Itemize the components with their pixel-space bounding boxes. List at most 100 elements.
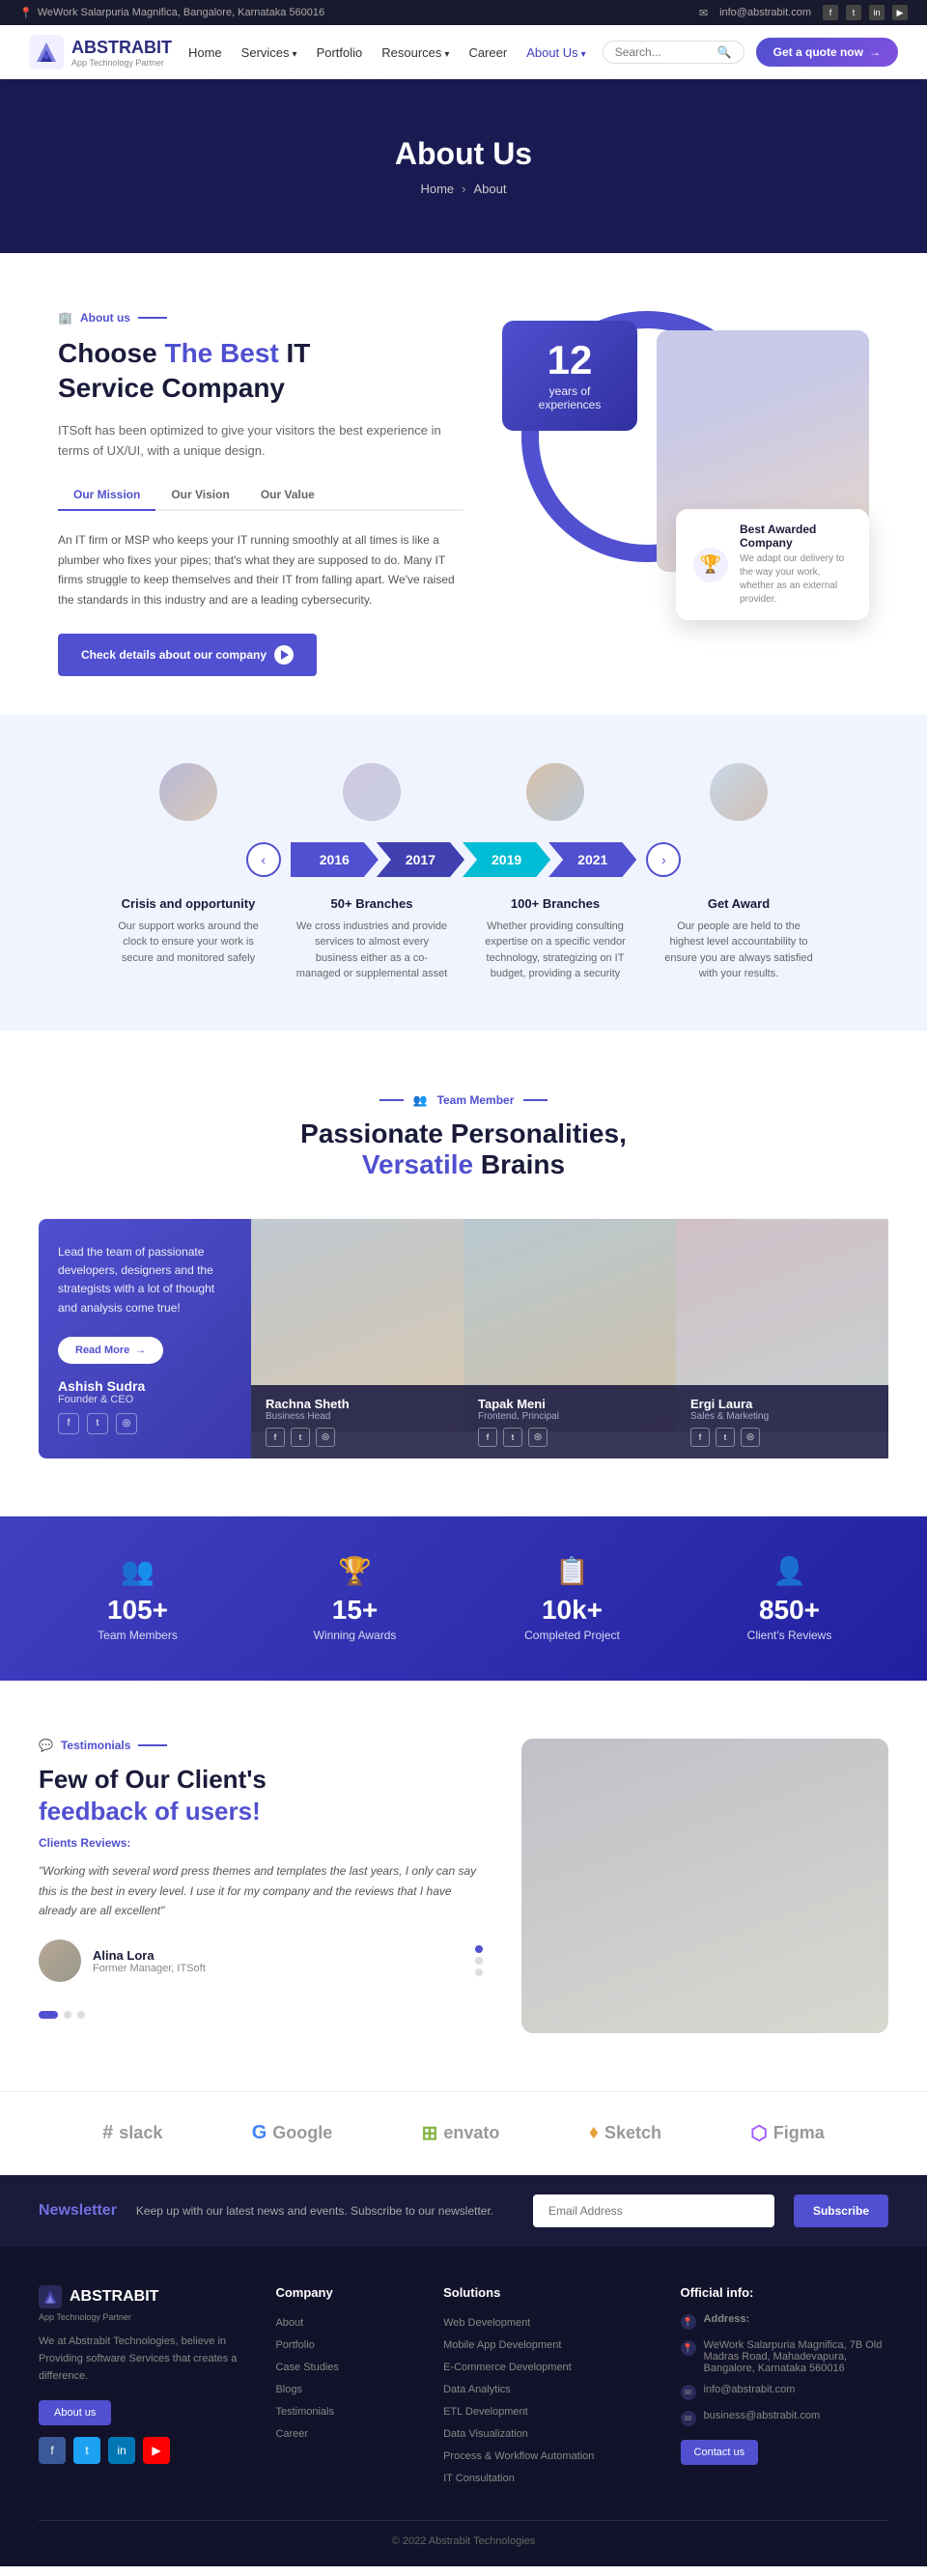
dot-1[interactable] xyxy=(39,2011,58,2019)
list-item: Blogs xyxy=(275,2380,414,2395)
google-icon: G xyxy=(252,2122,267,2144)
timeline-item-2021: Get Award Our people are held to the hig… xyxy=(647,896,830,982)
footer-company-links: About Portfolio Case Studies Blogs Testi… xyxy=(275,2313,414,2440)
facebook-icon[interactable]: f xyxy=(690,1428,710,1447)
instagram-icon[interactable]: ◎ xyxy=(316,1428,335,1447)
facebook-icon[interactable]: f xyxy=(478,1428,497,1447)
footer-link-blogs[interactable]: Blogs xyxy=(275,2384,302,2395)
footer-link-case-studies[interactable]: Case Studies xyxy=(275,2362,338,2373)
twitter-icon[interactable]: t xyxy=(716,1428,735,1447)
youtube-icon[interactable]: ▶ xyxy=(892,5,908,20)
instagram-icon[interactable]: ◎ xyxy=(116,1413,137,1434)
search-input[interactable] xyxy=(615,45,712,59)
timeline-year-2021[interactable]: 2021 xyxy=(548,842,636,877)
footer-link-data-viz[interactable]: Data Visualization xyxy=(443,2428,528,2440)
footer-about-button[interactable]: About us xyxy=(39,2400,111,2425)
timeline-prev-button[interactable]: ‹ xyxy=(246,842,281,877)
footer-company-col: Company About Portfolio Case Studies Blo… xyxy=(275,2285,414,2491)
team-social: f t ◎ xyxy=(478,1428,661,1447)
author-info: Alina Lora Former Manager, ITSoft xyxy=(93,1948,206,1974)
logo-sub: App Technology Partner xyxy=(71,58,172,68)
footer-solutions-title: Solutions xyxy=(443,2285,651,2300)
footer-facebook-icon[interactable]: f xyxy=(39,2437,66,2464)
logo[interactable]: ABSTRABIT App Technology Partner xyxy=(29,35,172,70)
nav-about[interactable]: About Us xyxy=(526,45,586,60)
tab-vision[interactable]: Our Vision xyxy=(155,480,244,511)
location-icon: 📍 xyxy=(19,7,33,19)
nav-services[interactable]: Services xyxy=(241,45,297,60)
tab-mission[interactable]: Our Mission xyxy=(58,480,155,511)
list-item: Career xyxy=(275,2424,414,2440)
topbar-right: ✉ info@abstrabit.com f t in ▶ xyxy=(699,5,908,20)
quote-button[interactable]: Get a quote now xyxy=(756,38,898,67)
list-item: ETL Development xyxy=(443,2402,651,2418)
facebook-icon[interactable]: f xyxy=(58,1413,79,1434)
reviews-icon: 👤 xyxy=(690,1555,888,1587)
email1-icon: ✉ xyxy=(681,2385,696,2400)
subscribe-button[interactable]: Subscribe xyxy=(794,2194,888,2227)
check-details-button[interactable]: Check details about our company xyxy=(58,634,317,676)
navbar: ABSTRABIT App Technology Partner Home Se… xyxy=(0,25,927,79)
linkedin-icon[interactable]: in xyxy=(869,5,885,20)
footer-link-etl[interactable]: ETL Development xyxy=(443,2406,528,2418)
twitter-icon[interactable]: t xyxy=(291,1428,310,1447)
footer-link-portfolio[interactable]: Portfolio xyxy=(275,2339,314,2351)
twitter-icon[interactable]: t xyxy=(503,1428,522,1447)
footer-grid: ABSTRABIT App Technology Partner We at A… xyxy=(39,2285,888,2491)
footer-brand: ABSTRABIT App Technology Partner We at A… xyxy=(39,2285,246,2491)
footer-link-about[interactable]: About xyxy=(275,2317,303,2329)
timeline-person-3 xyxy=(464,763,647,833)
instagram-icon[interactable]: ◎ xyxy=(741,1428,760,1447)
footer-link-mobile-dev[interactable]: Mobile App Development xyxy=(443,2339,561,2351)
facebook-icon[interactable]: f xyxy=(823,5,838,20)
team-badge: 👥 Team Member xyxy=(379,1093,548,1107)
footer-brand-sub: App Technology Partner xyxy=(39,2312,246,2322)
footer-twitter-icon[interactable]: t xyxy=(73,2437,100,2464)
search-box[interactable]: 🔍 xyxy=(603,41,744,64)
footer-link-it-consult[interactable]: IT Consultation xyxy=(443,2473,515,2484)
nav-home[interactable]: Home xyxy=(188,45,222,60)
read-more-button[interactable]: Read More → xyxy=(58,1337,163,1364)
footer-logo: ABSTRABIT xyxy=(39,2285,246,2308)
timeline-years: 2016 2017 2019 2021 xyxy=(291,842,637,877)
nav-career[interactable]: Career xyxy=(468,45,507,60)
list-item: Mobile App Development xyxy=(443,2335,651,2351)
dot-3[interactable] xyxy=(77,2011,85,2019)
nav-resources[interactable]: Resources xyxy=(381,45,449,60)
footer-link-web-dev[interactable]: Web Development xyxy=(443,2317,530,2329)
tab-value[interactable]: Our Value xyxy=(245,480,330,511)
timeline-person-1 xyxy=(97,763,280,833)
facebook-icon[interactable]: f xyxy=(266,1428,285,1447)
newsletter-email-input[interactable] xyxy=(533,2194,774,2227)
team-first-text: Lead the team of passionate developers, … xyxy=(58,1243,232,1317)
timeline-next-button[interactable]: › xyxy=(646,842,681,877)
twitter-icon[interactable]: t xyxy=(87,1413,108,1434)
footer-youtube-icon[interactable]: ▶ xyxy=(143,2437,170,2464)
team-grid: Lead the team of passionate developers, … xyxy=(39,1219,888,1458)
newsletter-description: Keep up with our latest news and events.… xyxy=(136,2204,514,2218)
team-member-role: Frontend, Principal xyxy=(478,1411,661,1422)
footer-link-process[interactable]: Process & Workflow Automation xyxy=(443,2450,594,2462)
timeline-year-2017[interactable]: 2017 xyxy=(377,842,464,877)
testimonials-section: 💬 Testimonials Few of Our Client's feedb… xyxy=(0,1681,927,2092)
footer-link-data-analytics[interactable]: Data Analytics xyxy=(443,2384,511,2395)
footer-link-career[interactable]: Career xyxy=(275,2428,308,2440)
dot-2[interactable] xyxy=(64,2011,71,2019)
twitter-icon[interactable]: t xyxy=(846,5,861,20)
stat-team-members: 👥 105+ Team Members xyxy=(39,1555,237,1642)
nav-portfolio[interactable]: Portfolio xyxy=(317,45,363,60)
timeline-year-2019[interactable]: 2019 xyxy=(463,842,550,877)
timeline-year-2016[interactable]: 2016 xyxy=(291,842,379,877)
instagram-icon[interactable]: ◎ xyxy=(528,1428,548,1447)
list-item: Web Development xyxy=(443,2313,651,2329)
footer-link-ecomm[interactable]: E-Commerce Development xyxy=(443,2362,572,2373)
clients-section: # slack G Google ⊞ envato ♦ Sketch ⬡ Fig… xyxy=(0,2091,927,2175)
footer-link-testimonials[interactable]: Testimonials xyxy=(275,2406,334,2418)
search-icon: 🔍 xyxy=(717,45,732,59)
breadcrumb-home[interactable]: Home xyxy=(420,182,454,196)
contact-us-button[interactable]: Contact us xyxy=(681,2440,759,2465)
timeline-person-2 xyxy=(280,763,464,833)
footer-linkedin-icon[interactable]: in xyxy=(108,2437,135,2464)
team-heading: Passionate Personalities, Versatile Brai… xyxy=(39,1118,888,1180)
timeline-item-title: Get Award xyxy=(661,896,816,911)
